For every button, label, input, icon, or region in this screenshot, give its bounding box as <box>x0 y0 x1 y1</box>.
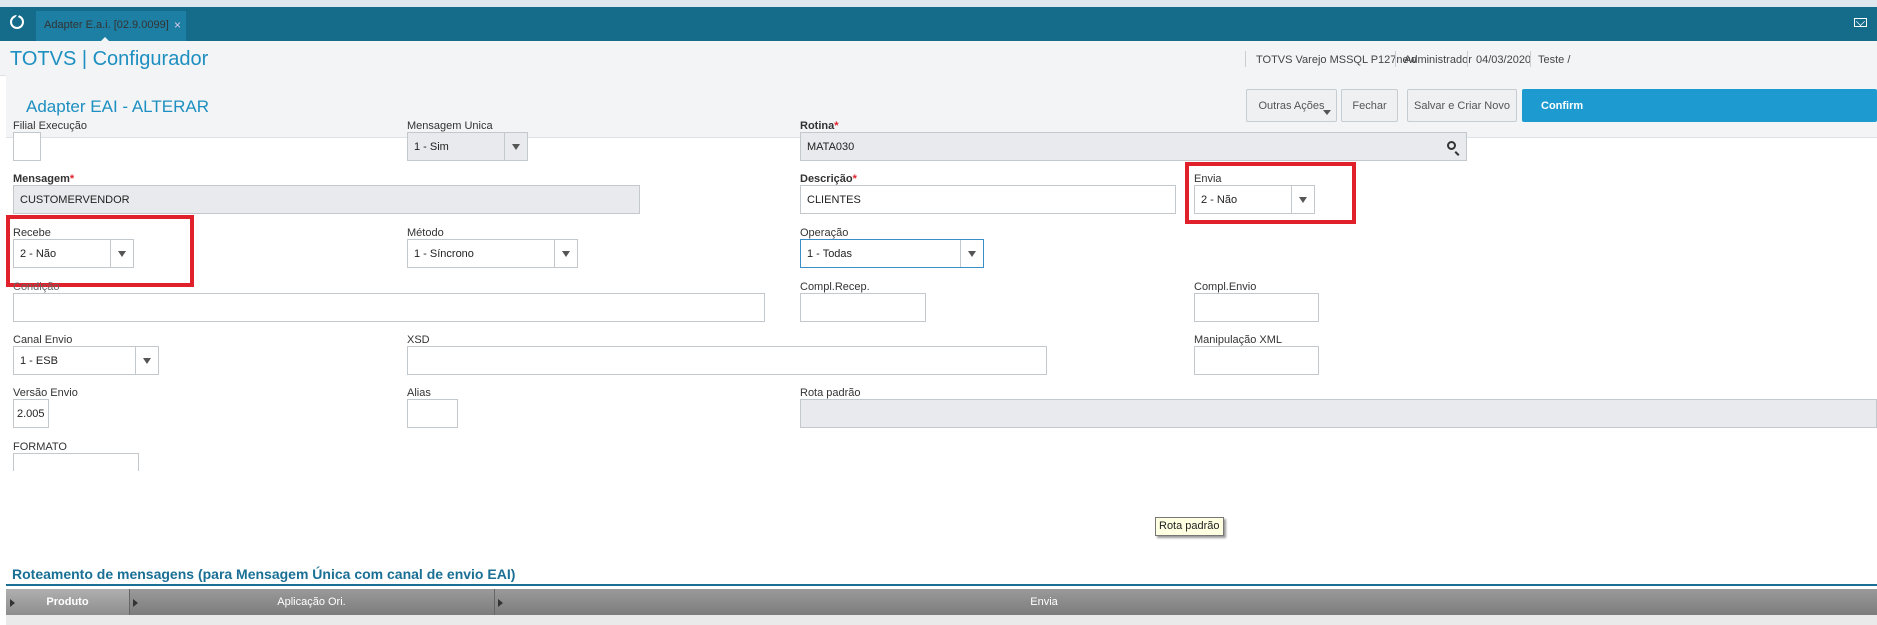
manipulacao-xml-label: Manipulação XML <box>1194 334 1283 346</box>
mensagem-label: Mensagem* <box>13 173 74 185</box>
compl-recep-input[interactable] <box>800 293 926 322</box>
xsd-label: XSD <box>407 334 430 346</box>
header-divider <box>1530 51 1531 67</box>
chevron-down-icon[interactable] <box>504 133 527 160</box>
totvs-logo-icon[interactable] <box>10 15 24 29</box>
envia-highlight-box <box>1185 162 1356 224</box>
close-icon[interactable]: × <box>174 18 181 32</box>
operacao-select[interactable]: 1 - Todas <box>800 239 984 268</box>
column-label: Envia <box>1030 596 1058 608</box>
rota-padrao-tooltip: Rota padrão <box>1155 517 1224 536</box>
environment-info[interactable]: TOTVS Varejo MSSQL P127new <box>1256 54 1417 66</box>
rota-padrao-label: Rota padrão <box>800 387 861 399</box>
other-actions-button[interactable]: Outras Ações <box>1246 89 1337 122</box>
app-title: TOTVS | Configurador <box>10 48 209 70</box>
rotina-label-text: Rotina <box>800 120 835 132</box>
versao-envio-input[interactable]: 2.005 <box>13 399 49 428</box>
alias-input[interactable] <box>407 399 458 428</box>
tab-label: Adapter E.a.i. [02.9.0099] <box>44 19 169 31</box>
compl-envio-label: Compl.Envio <box>1194 281 1257 293</box>
rota-padrao-input[interactable] <box>800 399 1877 428</box>
header-divider <box>1467 51 1468 67</box>
save-and-new-button[interactable]: Salvar e Criar Novo <box>1407 89 1517 122</box>
sort-arrow-icon <box>133 599 138 607</box>
date-info[interactable]: 04/03/2020 <box>1476 54 1531 66</box>
mensagem-unica-select[interactable]: 1 - Sim <box>407 132 528 161</box>
user-info[interactable]: Administrador <box>1404 54 1472 66</box>
condicao-input[interactable] <box>13 293 765 322</box>
versao-envio-label: Versão Envio <box>13 387 78 399</box>
metodo-value: 1 - Síncrono <box>414 247 474 260</box>
compl-recep-label: Compl.Recep. <box>800 281 870 293</box>
save-and-new-label: Salvar e Criar Novo <box>1414 99 1510 112</box>
metodo-label: Método <box>407 227 444 239</box>
chevron-down-icon[interactable] <box>554 240 577 267</box>
header-divider <box>1245 51 1246 67</box>
confirm-label: Confirm <box>1541 99 1584 112</box>
metodo-select[interactable]: 1 - Síncrono <box>407 239 578 268</box>
chevron-down-icon[interactable] <box>960 240 983 267</box>
mensagem-unica-value: 1 - Sim <box>414 140 449 153</box>
mail-icon[interactable] <box>1854 18 1867 27</box>
canal-envio-value: 1 - ESB <box>20 354 58 367</box>
canal-envio-label: Canal Envio <box>13 334 73 346</box>
company-info[interactable]: Teste / <box>1538 54 1570 66</box>
descricao-label: Descrição* <box>800 173 857 185</box>
close-label: Fechar <box>1352 99 1387 112</box>
rotina-value: MATA030 <box>807 140 855 153</box>
filial-execucao-input[interactable] <box>13 132 41 161</box>
descricao-input[interactable]: CLIENTES <box>800 185 1176 214</box>
required-marker: * <box>834 120 839 132</box>
search-icon[interactable] <box>1447 141 1456 150</box>
confirm-button[interactable]: Confirm <box>1522 89 1877 122</box>
condicao-label: Condição <box>13 281 60 293</box>
column-header-envia[interactable]: Envia <box>494 589 1594 615</box>
mensagem-label-text: Mensagem <box>13 173 70 185</box>
xsd-input[interactable] <box>407 346 1047 375</box>
chevron-down-icon <box>1323 110 1331 115</box>
filial-execucao-label: Filial Execução <box>13 120 87 132</box>
sort-arrow-icon <box>10 599 15 607</box>
tab-adapter-eai[interactable]: Adapter E.a.i. [02.9.0099] × <box>36 11 186 42</box>
column-header-aplicacao-ori[interactable]: Aplicação Ori. <box>129 589 495 615</box>
tab-bar <box>0 7 1877 41</box>
formato-label: FORMATO <box>13 441 67 453</box>
manipulacao-xml-input[interactable] <box>1194 346 1319 375</box>
column-header-produto[interactable]: Produto <box>6 589 130 615</box>
mensagem-input[interactable]: CUSTOMERVENDOR <box>13 185 640 214</box>
alias-label: Alias <box>407 387 431 399</box>
column-label: Aplicação Ori. <box>277 596 346 608</box>
form-title: Adapter EAI - ALTERAR <box>26 97 209 116</box>
routing-section-title: Roteamento de mensagens (para Mensagem Ú… <box>12 566 516 582</box>
rotina-input[interactable]: MATA030 <box>800 132 1467 161</box>
header-divider <box>1395 51 1396 67</box>
required-marker: * <box>852 173 857 185</box>
grid-header: Produto Aplicação Ori. Envia <box>6 589 1877 615</box>
section-divider <box>6 584 1877 586</box>
column-label: Produto <box>46 596 89 608</box>
canal-envio-select[interactable]: 1 - ESB <box>13 346 159 375</box>
operacao-value: 1 - Todas <box>807 247 853 260</box>
sort-arrow-icon <box>498 599 503 607</box>
chevron-down-icon[interactable] <box>135 347 158 374</box>
os-title-strip <box>0 0 1877 7</box>
operacao-label: Operação <box>800 227 849 239</box>
other-actions-label: Outras Ações <box>1258 99 1325 112</box>
required-marker: * <box>69 173 75 185</box>
table-row[interactable] <box>6 615 1877 625</box>
mensagem-unica-label: Mensagem Unica <box>407 120 493 132</box>
app-header: TOTVS | Configurador TOTVS Varejo MSSQL … <box>0 41 1877 76</box>
close-button[interactable]: Fechar <box>1341 89 1398 122</box>
formato-input[interactable] <box>13 453 139 471</box>
form-header: Adapter EAI - ALTERAR Outras Ações Fecha… <box>6 75 1877 138</box>
descricao-label-text: Descrição <box>800 173 853 185</box>
compl-envio-input[interactable] <box>1194 293 1319 322</box>
rotina-label: Rotina* <box>800 120 839 132</box>
recebe-highlight-box <box>6 215 194 287</box>
